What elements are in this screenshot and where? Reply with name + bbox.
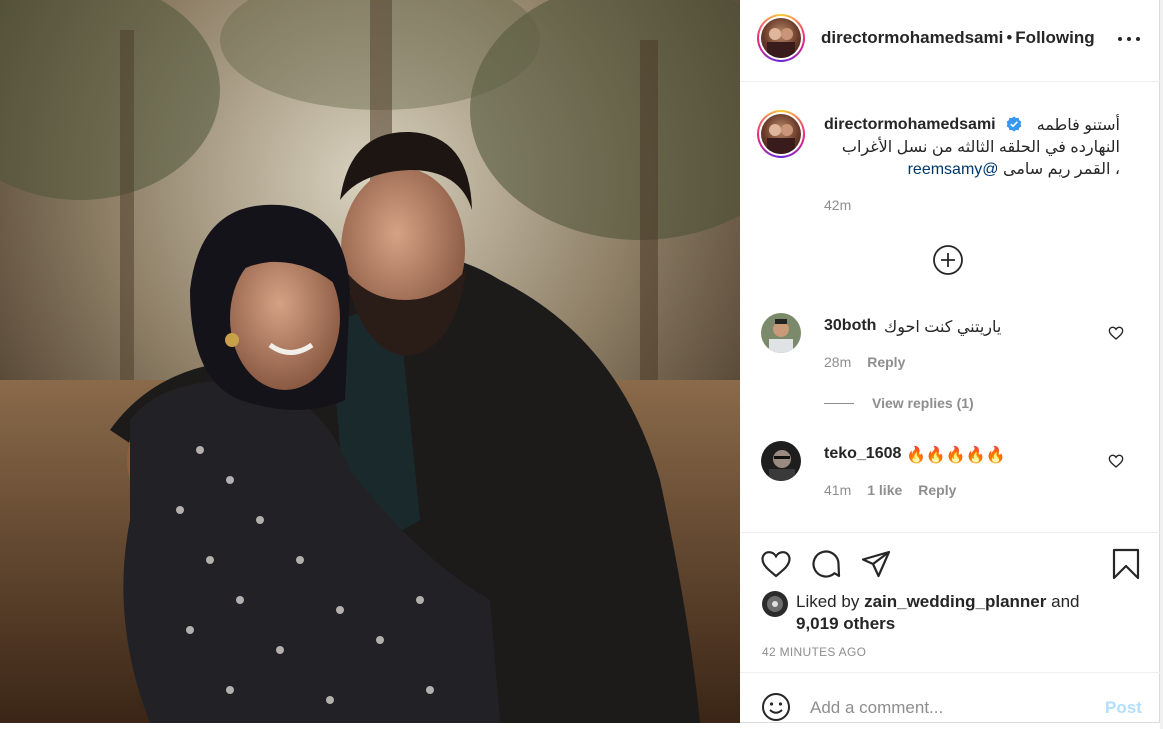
emoji-icon[interactable] xyxy=(761,692,791,722)
comment-time[interactable]: 28m xyxy=(824,354,851,370)
caption-time[interactable]: 42m xyxy=(824,197,851,213)
comment-text: ياريتني كنت احوك xyxy=(884,319,1002,336)
post-comment-button[interactable]: Post xyxy=(1105,698,1142,718)
bookmark-icon[interactable] xyxy=(1110,548,1142,580)
reply-button[interactable]: Reply xyxy=(918,482,956,498)
comment-meta: 41m 1 like Reply xyxy=(824,482,956,498)
comment-box-divider xyxy=(740,672,1160,673)
reply-button[interactable]: Reply xyxy=(867,354,905,370)
post-timestamp[interactable]: 42 MINUTES AGO xyxy=(762,645,866,659)
comment-meta: 28m Reply xyxy=(824,354,905,370)
comment-likes[interactable]: 1 like xyxy=(867,482,902,498)
comment-input[interactable] xyxy=(810,694,1090,722)
liked-by-prefix: Liked by xyxy=(796,592,860,611)
likes-count[interactable]: 9,019 others xyxy=(796,614,895,633)
header-username-line: directormohamedsami • Following xyxy=(821,28,1095,48)
view-replies-button[interactable]: View replies (1) xyxy=(824,395,974,411)
author-avatar[interactable] xyxy=(757,14,805,62)
caption-mention[interactable]: @reemsamy xyxy=(908,161,999,178)
liked-by-conj: and xyxy=(1051,592,1080,611)
post-photo-illustration xyxy=(0,0,740,723)
view-replies-line xyxy=(824,402,854,404)
actions-divider xyxy=(740,532,1160,533)
post-photo[interactable] xyxy=(0,0,740,723)
post-header: directormohamedsami • Following xyxy=(740,0,1160,82)
commenter-username[interactable]: 30both xyxy=(824,317,876,335)
comment-time[interactable]: 41m xyxy=(824,482,851,498)
header-separator: • xyxy=(1006,28,1013,47)
view-replies-label: View replies (1) xyxy=(872,395,974,411)
following-button[interactable]: Following xyxy=(1015,28,1094,47)
commenter-avatar[interactable] xyxy=(761,313,801,353)
more-horizontal-icon[interactable] xyxy=(1118,30,1140,48)
post-side-panel: directormohamedsami • Following directormo… xyxy=(740,0,1160,723)
header-username[interactable]: directormohamedsami xyxy=(821,28,1003,47)
liked-by-user[interactable]: zain_wedding_planner xyxy=(864,592,1046,611)
commenter-avatar[interactable] xyxy=(761,441,801,481)
liked-by-text: Liked by zain_wedding_planner and 9,019 … xyxy=(796,591,1116,635)
commenter-username[interactable]: teko_1608 xyxy=(824,445,901,463)
comment-icon[interactable] xyxy=(810,548,842,580)
caption-avatar[interactable] xyxy=(757,110,805,158)
send-icon[interactable] xyxy=(860,548,892,580)
caption-line-2: النهارده في الحلقه الثالثه من نسل الأغرا… xyxy=(841,139,1120,156)
caption-line-3: ، القمر ريم سامى xyxy=(1002,161,1120,178)
comment-like-icon[interactable] xyxy=(1108,325,1124,341)
caption-line-1: أستنو فاطمه xyxy=(1036,117,1120,134)
liked-by-avatar[interactable] xyxy=(762,591,788,617)
comment-like-icon[interactable] xyxy=(1108,453,1124,469)
plus-circle-icon[interactable] xyxy=(932,244,964,276)
comment-text: 🔥🔥🔥🔥🔥 xyxy=(906,447,1006,464)
caption-text: أستنو فاطمه النهارده في الحلقه الثالثه م… xyxy=(824,115,1120,181)
heart-icon[interactable] xyxy=(760,548,792,580)
